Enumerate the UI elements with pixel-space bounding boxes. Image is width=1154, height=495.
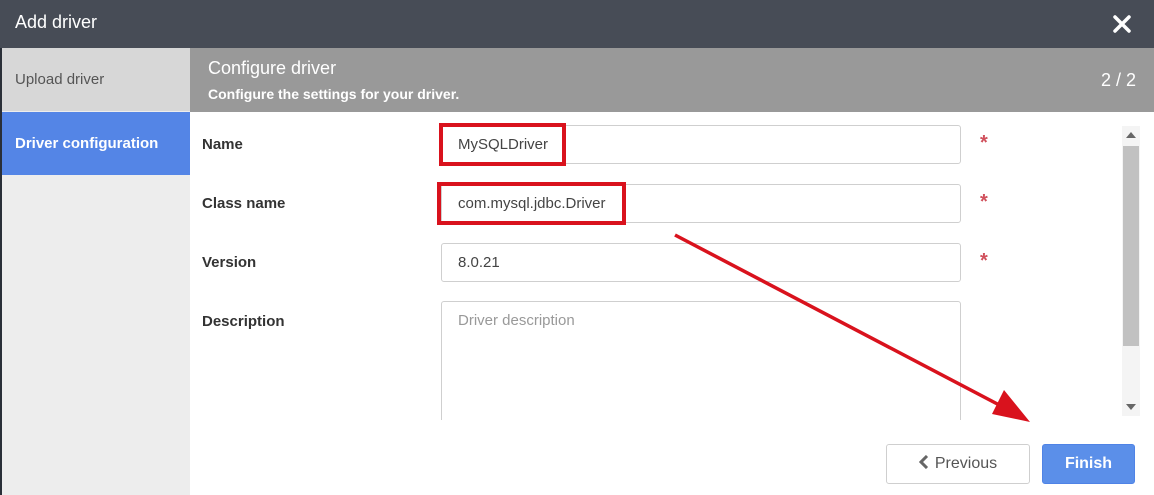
close-icon[interactable] xyxy=(1110,12,1134,36)
class-name-label: Class name xyxy=(202,195,286,212)
driver-form: Name MySQLDriver * Class name com.mysql.… xyxy=(190,112,1120,420)
chevron-left-icon xyxy=(918,445,929,483)
wizard-footer: Previous Finish xyxy=(190,420,1154,495)
required-marker: * xyxy=(980,250,988,272)
previous-button[interactable]: Previous xyxy=(886,444,1030,484)
scrollbar-thumb[interactable] xyxy=(1123,146,1139,346)
previous-label: Previous xyxy=(934,455,998,472)
class-name-field[interactable]: com.mysql.jdbc.Driver xyxy=(441,184,961,223)
description-field[interactable]: Driver description xyxy=(441,301,961,420)
name-label: Name xyxy=(202,136,243,153)
version-label: Version xyxy=(202,254,257,271)
form-scrollbar[interactable] xyxy=(1122,126,1140,416)
sidebar-item-driver-configuration[interactable]: Driver configuration xyxy=(2,112,190,175)
scroll-down-icon[interactable] xyxy=(1126,404,1136,410)
name-field[interactable]: MySQLDriver xyxy=(441,125,961,164)
finish-button[interactable]: Finish xyxy=(1042,444,1135,484)
version-field[interactable]: 8.0.21 xyxy=(441,243,961,282)
step-subtitle: Configure the settings for your driver. xyxy=(208,86,460,102)
description-label: Description xyxy=(202,313,285,330)
wizard-sidebar: Upload driver Driver configuration xyxy=(0,48,190,495)
required-marker: * xyxy=(980,132,988,154)
step-header: Configure driver Configure the settings … xyxy=(190,48,1154,112)
scroll-up-icon[interactable] xyxy=(1126,132,1136,138)
step-title: Configure driver xyxy=(208,58,337,78)
required-marker: * xyxy=(980,191,988,213)
dialog-title: Add driver xyxy=(15,12,98,32)
dialog-titlebar: Add driver xyxy=(0,0,1154,48)
step-counter: 2 / 2 xyxy=(1100,70,1136,90)
sidebar-item-upload-driver[interactable]: Upload driver xyxy=(2,48,190,111)
